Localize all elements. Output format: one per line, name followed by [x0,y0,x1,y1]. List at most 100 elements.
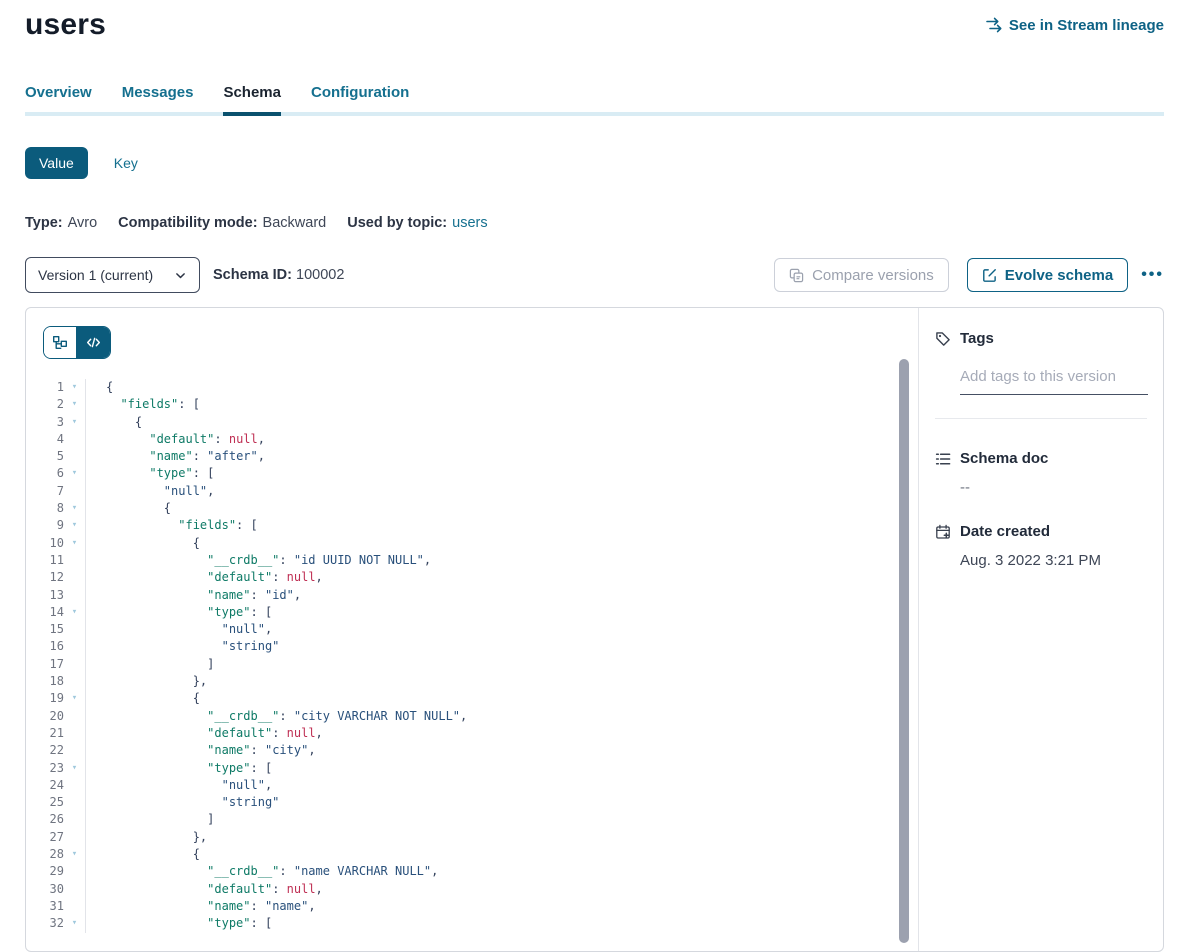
line-number: 26 [26,811,64,828]
schema-code-pane: 1▾{2▾ "fields": [3▾ {4 "default": null,5… [26,308,918,951]
line-number: 24 [26,777,64,794]
code-line: 31 "name": "name", [26,898,918,915]
tab-schema[interactable]: Schema [223,84,281,116]
code-line: 12 "default": null, [26,569,918,586]
fold-toggle-icon[interactable]: ▾ [64,396,85,413]
page-title: users [25,8,106,42]
line-number: 23 [26,760,64,777]
line-number: 7 [26,483,64,500]
meta-topic-link[interactable]: users [452,215,487,231]
fold-spacer [64,431,85,448]
code-text: "null", [86,621,272,638]
meta-topic-label: Used by topic: [347,215,447,231]
code-line: 19▾ { [26,690,918,707]
line-number: 19 [26,690,64,707]
version-select[interactable]: Version 1 (current) [25,257,200,293]
fold-toggle-icon[interactable]: ▾ [64,604,85,621]
code-scrollbar[interactable] [899,359,909,943]
code-line: 10▾ { [26,535,918,552]
code-text: "__crdb__": "name VARCHAR NULL", [86,863,438,880]
fold-toggle-icon[interactable]: ▾ [64,915,85,932]
line-number: 20 [26,708,64,725]
code-text: { [86,690,200,707]
fold-toggle-icon[interactable]: ▾ [64,846,85,863]
tag-icon [935,331,951,347]
fold-spacer [64,777,85,794]
code-line: 21 "default": null, [26,725,918,742]
fold-toggle-icon[interactable]: ▾ [64,465,85,482]
schema-doc-section: Schema doc -- [935,450,1147,496]
compare-versions-button[interactable]: Compare versions [774,258,949,292]
add-tags-input[interactable] [960,368,1148,395]
fold-toggle-icon[interactable]: ▾ [64,517,85,534]
schema-doc-title: Schema doc [960,450,1048,467]
code-text: "default": null, [86,881,323,898]
fold-toggle-icon[interactable]: ▾ [64,535,85,552]
code-view-icon[interactable] [77,327,110,358]
tab-configuration[interactable]: Configuration [311,84,409,116]
code-line: 8▾ { [26,500,918,517]
date-created-header: Date created [935,523,1147,540]
edit-icon [982,268,997,283]
tab-messages[interactable]: Messages [122,84,194,116]
fold-toggle-icon[interactable]: ▾ [64,414,85,431]
code-text: { [86,379,113,396]
fold-spacer [64,483,85,500]
key-toggle-button[interactable]: Key [114,155,138,171]
line-number: 12 [26,569,64,586]
schema-id-value: 100002 [296,267,344,283]
sidebar-divider [935,418,1147,419]
line-number: 29 [26,863,64,880]
more-options-button[interactable]: ••• [1141,267,1164,283]
date-created-title: Date created [960,523,1050,540]
meta-used-by-topic: Used by topic: users [347,215,487,231]
code-text: "string" [86,638,279,655]
code-line: 7 "null", [26,483,918,500]
code-line: 9▾ "fields": [ [26,517,918,534]
evolve-schema-button[interactable]: Evolve schema [967,258,1128,292]
tab-overview[interactable]: Overview [25,84,92,116]
fold-toggle-icon[interactable]: ▾ [64,690,85,707]
fold-spacer [64,794,85,811]
line-number: 9 [26,517,64,534]
fold-spacer [64,448,85,465]
fold-toggle-icon[interactable]: ▾ [64,500,85,517]
fold-spacer [64,708,85,725]
line-number: 14 [26,604,64,621]
code-line: 16 "string" [26,638,918,655]
compare-icon [789,268,804,283]
line-number: 25 [26,794,64,811]
code-line: 14▾ "type": [ [26,604,918,621]
code-text: { [86,535,200,552]
code-line: 4 "default": null, [26,431,918,448]
stream-lineage-link[interactable]: See in Stream lineage [986,17,1164,34]
value-toggle-button[interactable]: Value [25,147,88,179]
line-number: 32 [26,915,64,932]
code-lines: 1▾{2▾ "fields": [3▾ {4 "default": null,5… [26,379,918,933]
fold-spacer [64,673,85,690]
fold-spacer [64,725,85,742]
code-line: 28▾ { [26,846,918,863]
fold-toggle-icon[interactable]: ▾ [64,379,85,396]
fold-spacer [64,569,85,586]
code-line: 29 "__crdb__": "name VARCHAR NULL", [26,863,918,880]
fold-spacer [64,552,85,569]
fold-spacer [64,638,85,655]
schema-meta-row: Type:Avro Compatibility mode:Backward Us… [25,215,1164,231]
code-text: "name": "city", [86,742,316,759]
view-mode-toggle [43,326,111,359]
code-text: { [86,500,171,517]
line-number: 17 [26,656,64,673]
stream-lineage-label: See in Stream lineage [1009,17,1164,34]
fold-spacer [64,742,85,759]
fold-toggle-icon[interactable]: ▾ [64,760,85,777]
line-number: 27 [26,829,64,846]
code-text: "__crdb__": "id UUID NOT NULL", [86,552,431,569]
code-text: "string" [86,794,279,811]
fold-spacer [64,656,85,673]
line-number: 1 [26,379,64,396]
code-line: 22 "name": "city", [26,742,918,759]
tree-view-icon[interactable] [44,327,77,358]
schema-doc-header: Schema doc [935,450,1147,467]
compare-versions-label: Compare versions [812,267,934,284]
